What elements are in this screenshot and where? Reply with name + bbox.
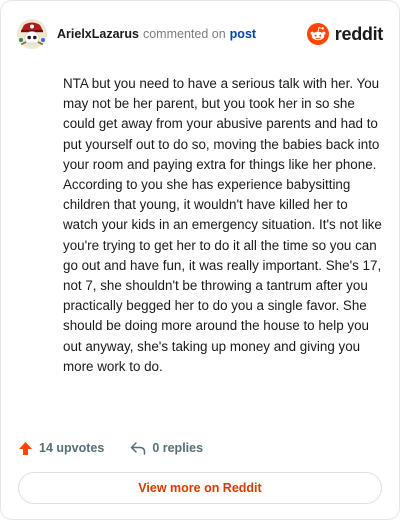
action-text: commented on <box>142 27 226 41</box>
embedded-comment-card: ArielxLazarus commented on post reddit N… <box>0 0 400 520</box>
reply-button[interactable]: 0 replies <box>130 441 203 456</box>
reply-count: 0 replies <box>152 441 204 455</box>
view-more-on-reddit-button[interactable]: View more on Reddit <box>18 472 382 504</box>
reddit-brand-link[interactable]: reddit <box>306 23 384 45</box>
avatar[interactable] <box>17 19 47 49</box>
post-link[interactable]: post <box>230 26 256 42</box>
username-link[interactable]: ArielxLazarus <box>57 26 139 42</box>
comment-stats: 14 upvotes 0 replies <box>18 437 203 459</box>
upvote-arrow-icon <box>19 441 32 455</box>
comment-body: NTA but you need to have a serious talk … <box>63 76 382 374</box>
pirate-skull-avatar-icon <box>17 19 47 49</box>
upvote-count: 14 upvotes <box>39 441 105 455</box>
comment-header: ArielxLazarus commented on post reddit <box>17 17 383 51</box>
reddit-snoo-icon <box>306 23 329 45</box>
upvote-button[interactable]: 14 upvotes <box>18 441 104 456</box>
reply-arrow-icon <box>131 441 146 455</box>
comment-byline: ArielxLazarus commented on post <box>57 26 256 42</box>
reddit-wordmark: reddit <box>334 23 384 44</box>
